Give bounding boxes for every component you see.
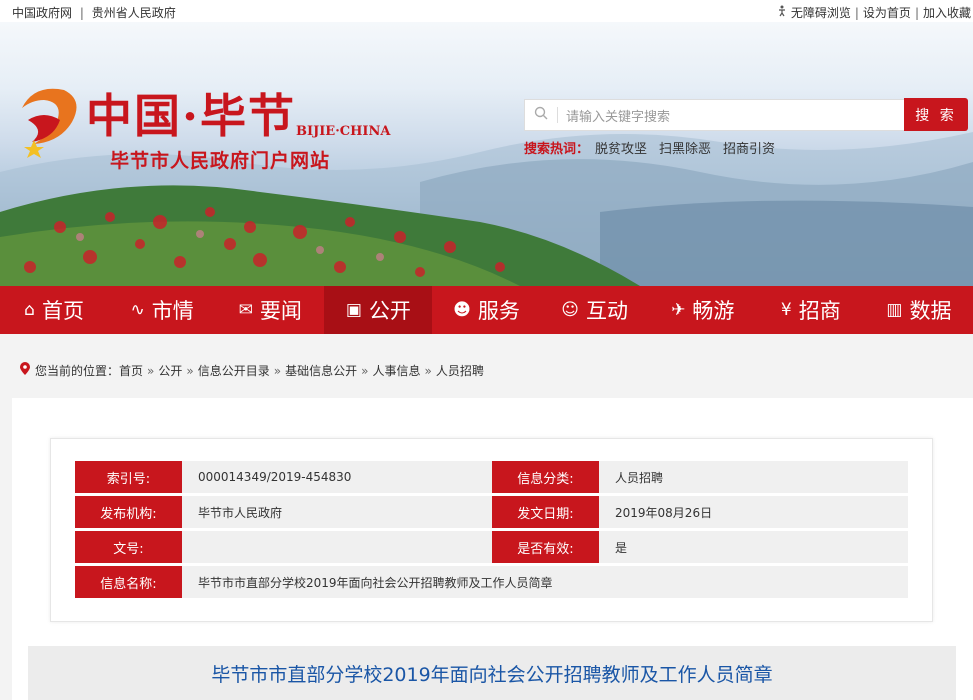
search-input[interactable]: 请输入关键字搜索 <box>524 99 904 131</box>
hot-term[interactable]: 脱贫攻坚 <box>595 138 647 157</box>
site-logo-english: BIJIE·CHINA <box>296 124 391 139</box>
breadcrumb-item[interactable]: 信息公开目录 <box>198 362 270 379</box>
main-nav: ⌂ 首页 ∿ 市情 ✉ 要闻 ▣ 公开 ☻ 服务 ☺ 互动 ✈ 畅游 ¥ 招商 ▥ 数据 <box>0 286 973 334</box>
hot-search-terms: 搜索热词： 脱贫攻坚 扫黑除恶 招商引资 <box>524 138 787 157</box>
nav-label: 首页 <box>41 299 84 323</box>
link-guizhou-gov[interactable]: 贵州省人民政府 <box>92 6 176 20</box>
info-value: 毕节市人民政府 <box>182 496 492 528</box>
breadcrumb-item[interactable]: 人事信息 <box>372 362 420 379</box>
person-icon: ☻ <box>453 300 471 320</box>
news-icon: ✉ <box>238 300 253 320</box>
nav-item-data[interactable]: ▥ 数据 <box>865 286 973 334</box>
top-links-left: 中国政府网 | 贵州省人民政府 <box>12 4 176 21</box>
info-label: 文号: <box>75 531 182 563</box>
link-china-gov[interactable]: 中国政府网 <box>12 6 72 20</box>
separator: | <box>79 6 84 20</box>
top-links-right: 无障碍浏览 | 设为首页 | 加入收藏 <box>776 4 971 21</box>
breadcrumb-item[interactable]: 公开 <box>158 362 182 379</box>
location-pin-icon <box>20 362 30 379</box>
hot-term[interactable]: 招商引资 <box>723 138 775 157</box>
nav-item-travel[interactable]: ✈ 畅游 <box>649 286 757 334</box>
plane-icon: ✈ <box>671 300 686 320</box>
breadcrumb-item[interactable]: 人员招聘 <box>436 362 484 379</box>
nav-label: 服务 <box>477 299 520 323</box>
link-accessibility[interactable]: 无障碍浏览 <box>791 4 851 21</box>
nav-label: 要闻 <box>259 299 302 323</box>
nav-item-city-info[interactable]: ∿ 市情 <box>108 286 216 334</box>
divider <box>557 107 558 123</box>
nav-item-home[interactable]: ⌂ 首页 <box>0 286 108 334</box>
info-value: 人员招聘 <box>599 461 908 493</box>
nav-label: 招商 <box>798 299 841 323</box>
header-banner: 中国·毕节 BIJIE·CHINA 毕节市人民政府门户网站 请输入关键字搜索 搜… <box>0 22 973 286</box>
breadcrumb-arrow: » <box>361 363 369 378</box>
monitor-icon: ▣ <box>345 300 362 320</box>
search-button[interactable]: 搜 索 <box>904 98 968 131</box>
nav-label: 互动 <box>585 299 628 323</box>
site-logo[interactable]: 中国·毕节 <box>86 80 296 146</box>
money-icon: ¥ <box>780 300 792 320</box>
info-label: 信息名称: <box>75 566 182 598</box>
bar-chart-icon: ▥ <box>886 300 903 320</box>
nav-item-investment[interactable]: ¥ 招商 <box>757 286 865 334</box>
breadcrumb-item[interactable]: 基础信息公开 <box>285 362 357 379</box>
accessibility-icon <box>776 5 788 20</box>
chat-icon: ☺ <box>561 300 579 320</box>
nav-item-public[interactable]: ▣ 公开 <box>324 286 433 334</box>
info-label: 信息分类: <box>492 461 599 493</box>
search-icon <box>525 106 557 124</box>
info-value: 是 <box>599 531 908 563</box>
info-row: 文号: 是否有效: 是 <box>75 531 908 563</box>
nav-label: 畅游 <box>692 299 735 323</box>
site-name: 毕节市人民政府门户网站 <box>110 150 331 172</box>
nav-item-service[interactable]: ☻ 服务 <box>432 286 540 334</box>
hot-term[interactable]: 扫黑除恶 <box>659 138 711 157</box>
hot-search-label: 搜索热词： <box>524 142 590 157</box>
info-value: 000014349/2019-454830 <box>182 461 492 493</box>
breadcrumb: 您当前的位置： 首页 » 公开 » 信息公开目录 » 基础信息公开 » 人事信息… <box>20 362 484 379</box>
breadcrumb-item[interactable]: 首页 <box>119 362 143 379</box>
info-value <box>182 531 492 563</box>
top-utility-bar: 中国政府网 | 贵州省人民政府 无障碍浏览 | 设为首页 | 加入收藏 <box>0 0 973 22</box>
nav-item-interaction[interactable]: ☺ 互动 <box>541 286 649 334</box>
breadcrumb-arrow: » <box>273 363 282 378</box>
breadcrumb-arrow: » <box>186 363 194 378</box>
nav-label: 数据 <box>909 299 952 323</box>
nav-label: 公开 <box>368 299 411 323</box>
info-label: 发文日期: <box>492 496 599 528</box>
breadcrumb-prefix: 您当前的位置： <box>35 364 120 378</box>
info-label: 索引号: <box>75 461 182 493</box>
breadcrumb-arrow: » <box>147 363 155 378</box>
breadcrumb-arrow: » <box>424 363 432 378</box>
info-label: 是否有效: <box>492 531 599 563</box>
home-icon: ⌂ <box>24 300 35 320</box>
pulse-icon: ∿ <box>130 300 145 320</box>
info-value: 毕节市市直部分学校2019年面向社会公开招聘教师及工作人员简章 <box>182 566 908 598</box>
info-row: 信息名称: 毕节市市直部分学校2019年面向社会公开招聘教师及工作人员简章 <box>75 566 908 598</box>
link-add-favorite[interactable]: 加入收藏 <box>923 4 971 21</box>
link-set-homepage[interactable]: 设为首页 <box>863 4 911 21</box>
logo-emblem-icon <box>22 88 77 158</box>
info-label: 发布机构: <box>75 496 182 528</box>
nav-label: 市情 <box>151 299 194 323</box>
separator: | <box>914 5 919 20</box>
info-row: 索引号: 000014349/2019-454830 信息分类: 人员招聘 <box>75 461 908 493</box>
search-placeholder: 请输入关键字搜索 <box>566 109 671 125</box>
nav-item-news[interactable]: ✉ 要闻 <box>216 286 324 334</box>
info-row: 发布机构: 毕节市人民政府 发文日期: 2019年08月26日 <box>75 496 908 528</box>
info-value: 2019年08月26日 <box>599 496 908 528</box>
separator: | <box>854 5 859 20</box>
article-title: 毕节市市直部分学校2019年面向社会公开招聘教师及工作人员简章 <box>28 646 956 700</box>
